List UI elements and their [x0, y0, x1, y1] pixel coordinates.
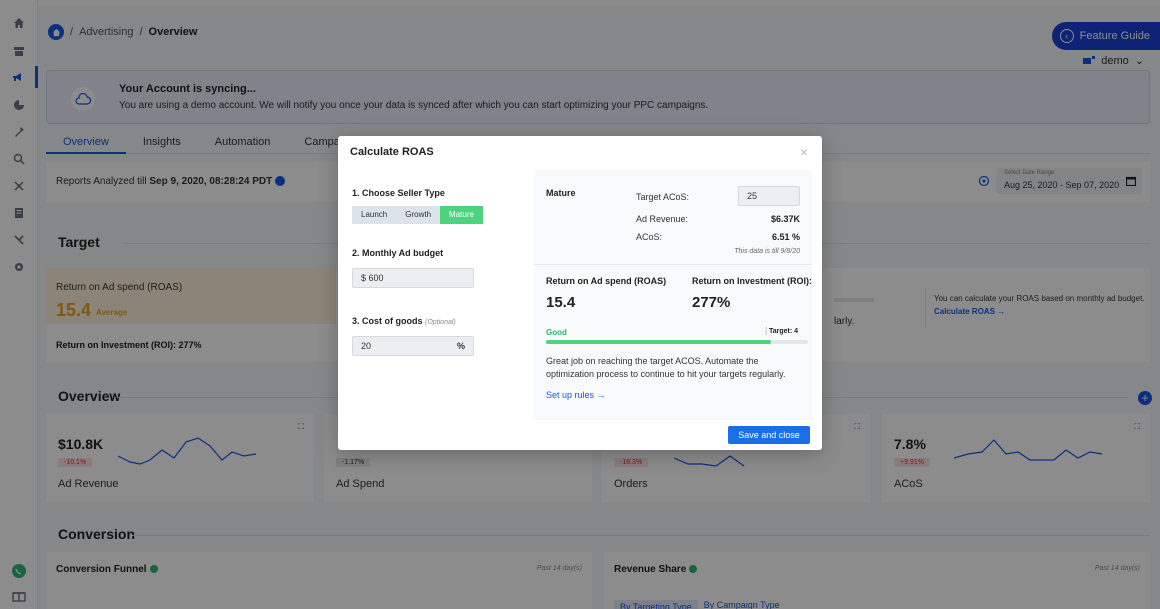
roas-result: 15.4: [546, 294, 576, 311]
flag-icon: ⸽: [765, 328, 767, 335]
modal-results: Mature Target ACoS: 25 Ad Revenue: $6.37…: [534, 170, 812, 420]
modal-title: Calculate ROAS: [350, 146, 434, 158]
step-seller-type-label: 1. Choose Seller Type: [352, 188, 445, 198]
step-cogs-text: 3. Cost of goods: [352, 316, 423, 326]
roas-progress-track: [546, 340, 808, 344]
optional-tag: (Optional): [425, 319, 456, 326]
roas-progress-fill: [546, 340, 772, 344]
set-up-rules-link[interactable]: Set up rules →: [546, 390, 606, 400]
modal-inputs: 1. Choose Seller Type Launch Growth Matu…: [338, 170, 534, 420]
seller-type-selector: Launch Growth Mature: [352, 206, 483, 224]
roi-result: 277%: [692, 294, 731, 311]
target-label: ⸽ Target: 4: [765, 327, 798, 336]
ad-revenue-value: $6.37K: [770, 214, 800, 224]
acos-label: ACoS:: [636, 232, 663, 242]
data-date-note: This data is till 9/8/20: [734, 248, 800, 255]
target-acos-label: Target ACoS:: [636, 192, 690, 202]
divider: [534, 264, 812, 265]
seller-type-mature[interactable]: Mature: [440, 206, 483, 224]
acos-value: 6.51 %: [771, 232, 800, 242]
percent-unit: %: [456, 341, 465, 351]
step-budget-label: 2. Monthly Ad budget: [352, 248, 444, 258]
cost-of-goods-input[interactable]: 20 %: [352, 336, 474, 356]
save-and-close-button[interactable]: Save and close: [728, 426, 810, 444]
target-value: Target: 4: [768, 328, 798, 335]
status-label: Good: [546, 328, 567, 337]
target-acos-input[interactable]: 25: [738, 186, 800, 206]
seller-type-launch[interactable]: Launch: [352, 206, 397, 224]
step-cogs-label: 3. Cost of goods (Optional): [352, 316, 456, 326]
roas-label: Return on Ad spend (ROAS): [546, 276, 667, 286]
result-message: Great job on reaching the target ACOS. A…: [546, 356, 786, 379]
ad-revenue-label: Ad Revenue:: [636, 214, 689, 224]
calculate-roas-modal: Calculate ROAS × 1. Choose Seller Type L…: [338, 136, 822, 450]
close-icon[interactable]: ×: [800, 144, 808, 160]
seller-type-heading: Mature: [546, 188, 576, 198]
seller-type-growth[interactable]: Growth: [396, 206, 441, 224]
roi-label: Return on Investment (ROI):: [692, 276, 813, 286]
cogs-value: 20: [361, 341, 372, 351]
monthly-budget-input[interactable]: $ 600: [352, 268, 474, 288]
